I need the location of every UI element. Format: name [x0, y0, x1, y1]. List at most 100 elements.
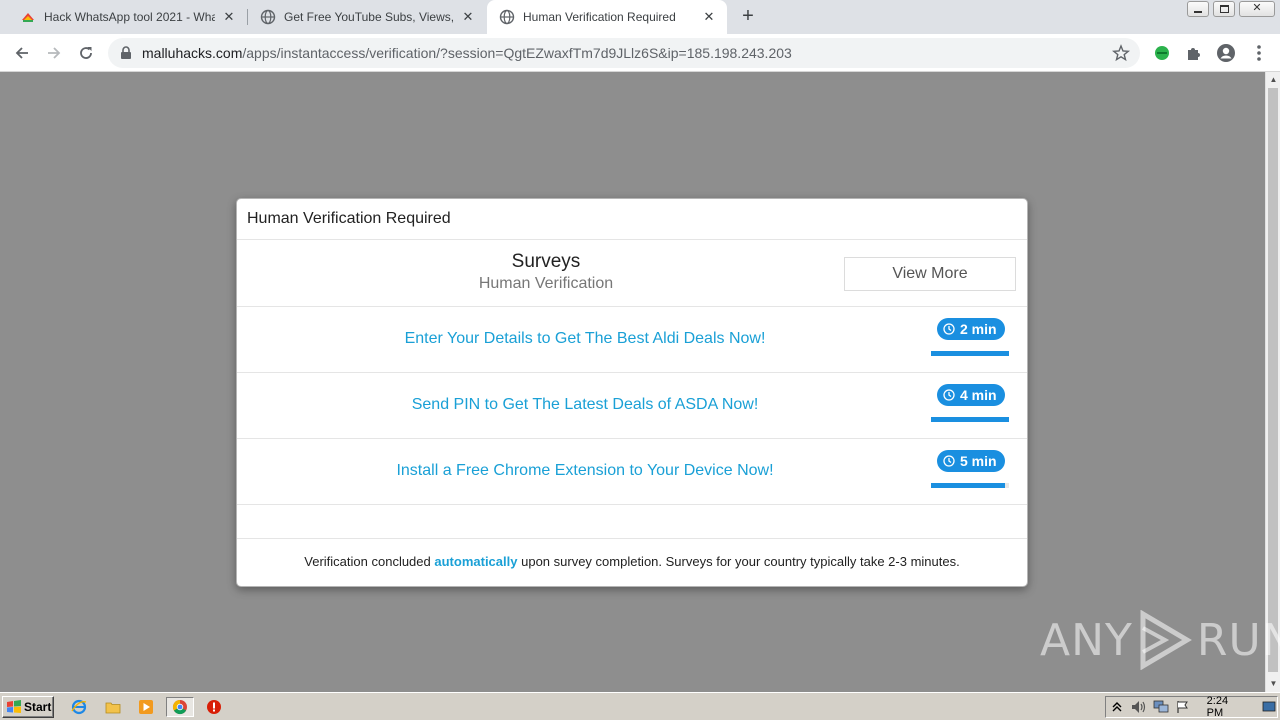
- folder-icon: [105, 702, 121, 714]
- modal-title: Human Verification Required: [237, 199, 1027, 240]
- browser-toolbar: malluhacks.com/apps/instantaccess/verifi…: [0, 34, 1280, 72]
- profile-button[interactable]: [1215, 42, 1237, 64]
- back-button[interactable]: [9, 40, 35, 66]
- anyrun-watermark: ANY RUN: [1040, 607, 1280, 673]
- offer-row[interactable]: Enter Your Details to Get The Best Aldi …: [237, 307, 1027, 373]
- surveys-title: Surveys: [511, 251, 581, 272]
- chrome-icon: [172, 699, 187, 715]
- url-text[interactable]: malluhacks.com/apps/instantaccess/verifi…: [142, 45, 792, 61]
- windows-logo-icon: [7, 700, 21, 713]
- close-tab-icon[interactable]: ✕: [221, 9, 237, 25]
- url-path: /apps/instantaccess/verification/?sessio…: [242, 45, 792, 61]
- taskbar-media-player[interactable]: [135, 697, 157, 717]
- reload-button[interactable]: [73, 40, 99, 66]
- windows-taskbar: Start 2:24 PM: [0, 692, 1280, 720]
- tab-title: Hack WhatsApp tool 2021 - Whatsap: [44, 10, 215, 24]
- system-tray: 2:24 PM: [1105, 695, 1278, 719]
- tab-human-verification[interactable]: Human Verification Required ✕: [487, 0, 727, 34]
- lock-icon[interactable]: [119, 46, 133, 60]
- close-tab-icon[interactable]: ✕: [701, 9, 717, 25]
- extensions-button[interactable]: [1183, 42, 1205, 64]
- browser-menu-button[interactable]: [1248, 42, 1270, 64]
- start-label: Start: [24, 700, 52, 714]
- computer-network-icon: [1153, 700, 1169, 713]
- bookmark-star-icon[interactable]: [1112, 44, 1130, 62]
- forward-arrow-icon: [48, 47, 61, 59]
- account-icon: [1217, 44, 1235, 62]
- clock-icon: [943, 389, 955, 401]
- double-chevron-up-icon: [1112, 702, 1122, 712]
- start-button[interactable]: Start: [2, 696, 54, 718]
- network-icon[interactable]: [1153, 699, 1169, 715]
- tab-hack-whatsapp[interactable]: Hack WhatsApp tool 2021 - Whatsap ✕: [0, 0, 247, 34]
- progress-fill: [931, 351, 1009, 356]
- tab-free-youtube-subs[interactable]: Get Free YouTube Subs, Views, Likes ✕: [248, 0, 486, 34]
- url-host: malluhacks.com: [142, 45, 243, 61]
- forward-button[interactable]: [41, 40, 67, 66]
- clock-icon: [943, 323, 955, 335]
- time-label: 5 min: [960, 453, 997, 469]
- surveys-header: Surveys Human Verification View More: [237, 240, 1027, 307]
- footer-text-before: Verification concluded: [304, 554, 431, 569]
- flag-icon: [1177, 701, 1188, 713]
- vertical-scrollbar[interactable]: ▲ ▼: [1265, 72, 1280, 692]
- green-extension-icon: [1155, 46, 1169, 60]
- window-controls: ✕: [1183, 1, 1275, 17]
- progress-fill: [931, 483, 1006, 488]
- watermark-right-text: RUN: [1196, 614, 1280, 666]
- tab-title: Human Verification Required: [523, 10, 676, 24]
- offer-link[interactable]: Send PIN to Get The Latest Deals of ASDA…: [237, 396, 933, 414]
- extension-green-button[interactable]: [1151, 42, 1173, 64]
- offer-row[interactable]: Install a Free Chrome Extension to Your …: [237, 439, 1027, 505]
- play-triangle-icon: [1140, 610, 1192, 670]
- colorful-favicon-icon: [22, 13, 34, 22]
- offer-progress-bar: [931, 483, 1009, 488]
- tab-strip: Hack WhatsApp tool 2021 - Whatsap ✕ Get …: [0, 0, 1280, 34]
- puzzle-icon: [1188, 48, 1200, 60]
- address-bar[interactable]: malluhacks.com/apps/instantaccess/verifi…: [108, 38, 1140, 68]
- scroll-down-arrow-icon[interactable]: ▼: [1266, 676, 1280, 691]
- time-label: 4 min: [960, 387, 997, 403]
- taskbar-explorer[interactable]: [102, 697, 124, 717]
- globe-icon: [260, 9, 276, 25]
- close-window-button[interactable]: ✕: [1239, 1, 1275, 17]
- modal-spacer: [237, 505, 1027, 539]
- scroll-up-arrow-icon[interactable]: ▲: [1266, 72, 1280, 87]
- taskbar-stop-app[interactable]: [203, 697, 225, 717]
- time-badge: 5 min: [937, 450, 1005, 472]
- speaker-icon: [1131, 701, 1145, 713]
- minimize-button[interactable]: [1187, 1, 1209, 17]
- taskbar-chrome[interactable]: [166, 697, 194, 717]
- footer-emphasis: automatically: [434, 554, 518, 569]
- restore-button[interactable]: [1213, 1, 1235, 17]
- view-more-button[interactable]: View More: [844, 257, 1016, 291]
- back-arrow-icon: [15, 47, 28, 59]
- reload-icon: [80, 47, 92, 59]
- desktop-icon: [1262, 701, 1276, 712]
- progress-fill: [931, 417, 1009, 422]
- clock-icon: [943, 455, 955, 467]
- watermark-left-text: ANY: [1040, 614, 1133, 666]
- internet-explorer-icon: [71, 699, 87, 715]
- action-center-flag-icon[interactable]: [1175, 699, 1191, 715]
- verification-modal: Human Verification Required Surveys Huma…: [236, 198, 1028, 587]
- time-badge: 2 min: [937, 318, 1005, 340]
- offer-link[interactable]: Enter Your Details to Get The Best Aldi …: [237, 330, 933, 348]
- tab-title: Get Free YouTube Subs, Views, Likes: [284, 10, 454, 24]
- surveys-subtitle: Human Verification: [478, 275, 614, 292]
- tray-expand-icon[interactable]: [1109, 699, 1125, 715]
- taskbar-ie[interactable]: [68, 697, 90, 717]
- scrollbar-thumb[interactable]: [1268, 88, 1278, 672]
- close-tab-icon[interactable]: ✕: [460, 9, 476, 25]
- time-badge: 4 min: [937, 384, 1005, 406]
- volume-icon[interactable]: [1131, 699, 1147, 715]
- offer-progress-bar: [931, 417, 1009, 422]
- offer-row[interactable]: Send PIN to Get The Latest Deals of ASDA…: [237, 373, 1027, 439]
- taskbar-clock[interactable]: 2:24 PM: [1207, 695, 1248, 719]
- more-vert-icon: [1257, 45, 1261, 61]
- show-desktop-icon[interactable]: [1261, 699, 1277, 715]
- new-tab-button[interactable]: +: [737, 6, 759, 28]
- offer-link[interactable]: Install a Free Chrome Extension to Your …: [237, 462, 933, 480]
- footer-text-after: upon survey completion. Surveys for your…: [521, 554, 960, 569]
- modal-footer-note: Verification concluded automatically upo…: [237, 539, 1027, 586]
